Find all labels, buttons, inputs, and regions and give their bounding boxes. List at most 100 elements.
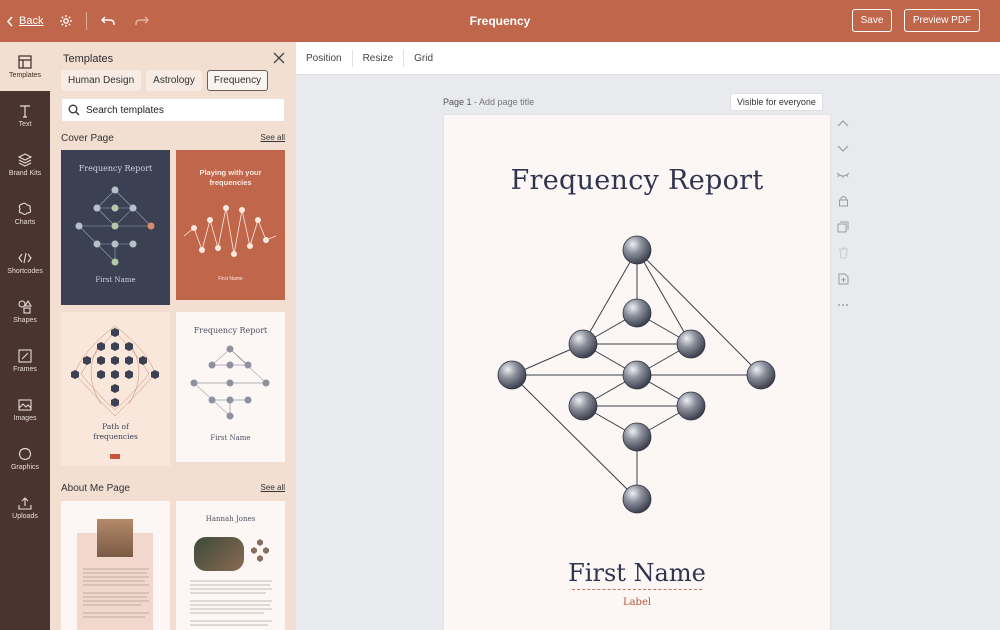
page-number: Page 1 bbox=[443, 97, 472, 107]
cover-page-section-header: Cover Page See all bbox=[61, 133, 285, 144]
template-thumb-path-of-frequencies[interactable]: Path of frequencies bbox=[61, 312, 170, 466]
see-all-link[interactable]: See all bbox=[261, 133, 285, 144]
back-button[interactable]: Back bbox=[6, 15, 43, 27]
label-text[interactable]: Label bbox=[444, 597, 830, 608]
top-bar: Back Frequency Save Preview PDF bbox=[0, 0, 1000, 42]
rail-item-charts[interactable]: Charts bbox=[0, 189, 50, 238]
element-toolbar: Position Resize Grid bbox=[296, 42, 1000, 75]
rail-label: Images bbox=[13, 414, 37, 422]
thumb-title: Playing with your frequencies bbox=[176, 168, 285, 188]
page-title-input[interactable] bbox=[474, 97, 565, 107]
image-icon bbox=[18, 398, 32, 411]
rail-label: Text bbox=[18, 120, 32, 128]
about-me-section-header: About Me Page See all bbox=[61, 483, 285, 494]
thumb-title-line: Path of bbox=[102, 422, 129, 431]
toolbar-divider bbox=[86, 12, 88, 30]
body-text-lines bbox=[83, 568, 149, 618]
duplicate-icon[interactable] bbox=[835, 219, 851, 235]
panel-title: Templates bbox=[63, 53, 114, 65]
text-icon bbox=[20, 104, 30, 118]
chip-human-design[interactable]: Human Design bbox=[61, 70, 142, 91]
rail-label: Frames bbox=[13, 365, 37, 373]
chip-frequency[interactable]: Frequency bbox=[206, 70, 269, 91]
thumb-title-line: Playing with your bbox=[199, 168, 262, 177]
template-thumb-about-me-1[interactable] bbox=[61, 501, 170, 630]
thumb-title-line: frequencies bbox=[93, 432, 138, 441]
search-input[interactable] bbox=[86, 104, 276, 116]
left-rail: Templates Text Brand Kits Charts Shortco… bbox=[0, 42, 50, 630]
shapes-icon bbox=[18, 299, 32, 314]
see-all-link[interactable]: See all bbox=[261, 483, 285, 494]
rail-item-shortcodes[interactable]: Shortcodes bbox=[0, 238, 50, 287]
templates-panel: Templates Human Design Astrology Frequen… bbox=[50, 42, 296, 630]
page-label: Page 1 bbox=[443, 97, 565, 107]
section-title: About Me Page bbox=[61, 483, 130, 494]
thumb-title: Frequency Report bbox=[193, 326, 268, 335]
body-text-lines bbox=[190, 539, 272, 626]
more-options-icon[interactable] bbox=[835, 297, 851, 313]
grid-tool[interactable]: Grid bbox=[403, 49, 443, 67]
frequency-network-graphic[interactable] bbox=[444, 115, 830, 630]
frames-icon bbox=[18, 348, 32, 363]
hexagon-graphic bbox=[71, 325, 159, 417]
upload-icon bbox=[18, 496, 32, 510]
shortcode-underline bbox=[572, 589, 702, 590]
save-button[interactable]: Save bbox=[852, 9, 892, 32]
hide-eye-icon[interactable] bbox=[835, 167, 851, 183]
preview-pdf-button[interactable]: Preview PDF bbox=[904, 9, 980, 32]
thumb-name: First Name bbox=[210, 434, 251, 442]
rail-item-uploads[interactable]: Uploads bbox=[0, 483, 50, 532]
move-up-icon[interactable] bbox=[835, 115, 851, 131]
rail-label: Graphics bbox=[10, 463, 39, 471]
search-box bbox=[61, 98, 285, 122]
settings-gear-icon[interactable] bbox=[57, 12, 75, 30]
undo-icon[interactable] bbox=[99, 12, 117, 30]
category-chips: Human Design Astrology Frequency bbox=[61, 70, 269, 91]
rail-item-templates[interactable]: Templates bbox=[0, 42, 50, 91]
template-thumb-frequency-report-light[interactable]: Frequency Report First Name bbox=[176, 312, 285, 462]
back-label: Back bbox=[19, 15, 44, 27]
rail-item-frames[interactable]: Frames bbox=[0, 336, 50, 385]
templates-icon bbox=[18, 54, 32, 69]
search-icon bbox=[68, 104, 80, 116]
lock-icon[interactable] bbox=[835, 193, 851, 209]
thumb-title: Path of frequencies bbox=[61, 422, 170, 442]
trash-icon[interactable] bbox=[835, 245, 851, 261]
code-icon bbox=[18, 252, 32, 263]
visibility-toggle[interactable]: Visible for everyone bbox=[730, 93, 823, 111]
add-page-icon[interactable] bbox=[835, 271, 851, 287]
logo-mark bbox=[110, 454, 120, 459]
template-thumb-about-me-hannah[interactable]: Hannah Jones bbox=[176, 501, 285, 630]
chevron-left-icon bbox=[6, 16, 13, 26]
rail-label: Shortcodes bbox=[7, 267, 43, 275]
rail-item-text[interactable]: Text bbox=[0, 91, 50, 140]
graphics-icon bbox=[18, 447, 32, 460]
charts-icon bbox=[18, 202, 32, 215]
rail-item-images[interactable]: Images bbox=[0, 385, 50, 434]
redo-icon[interactable] bbox=[133, 12, 151, 30]
rail-label: Brand Kits bbox=[8, 169, 42, 177]
rail-label: Charts bbox=[14, 218, 36, 226]
rail-item-shapes[interactable]: Shapes bbox=[0, 287, 50, 336]
close-icon[interactable] bbox=[272, 51, 286, 65]
section-title: Cover Page bbox=[61, 133, 114, 144]
rail-label: Templates bbox=[9, 71, 41, 79]
brand-kits-icon bbox=[18, 152, 32, 167]
thumb-name: First Name bbox=[218, 276, 243, 282]
chip-astrology[interactable]: Astrology bbox=[146, 70, 202, 91]
rail-item-graphics[interactable]: Graphics bbox=[0, 434, 50, 483]
canvas-workspace: Page 1 Visible for everyone Frequency Re… bbox=[296, 75, 1000, 630]
rail-label: Uploads bbox=[12, 512, 38, 520]
thumb-title: Frequency Report bbox=[78, 164, 153, 173]
page-side-tools bbox=[835, 115, 855, 323]
document-page[interactable]: Frequency Report First Name Label bbox=[444, 115, 830, 630]
rail-item-brand-kits[interactable]: Brand Kits bbox=[0, 140, 50, 189]
template-thumb-frequency-report-dark[interactable]: Frequency Report First Name bbox=[61, 150, 170, 305]
thumb-title-line: frequencies bbox=[209, 178, 252, 187]
rail-label: Shapes bbox=[13, 316, 37, 324]
first-name-text[interactable]: First Name bbox=[444, 559, 830, 587]
template-thumb-playing-with-frequencies[interactable]: Playing with your frequencies First Name bbox=[176, 150, 285, 300]
move-down-icon[interactable] bbox=[835, 141, 851, 157]
resize-tool[interactable]: Resize bbox=[351, 49, 404, 67]
position-tool[interactable]: Position bbox=[296, 50, 352, 67]
